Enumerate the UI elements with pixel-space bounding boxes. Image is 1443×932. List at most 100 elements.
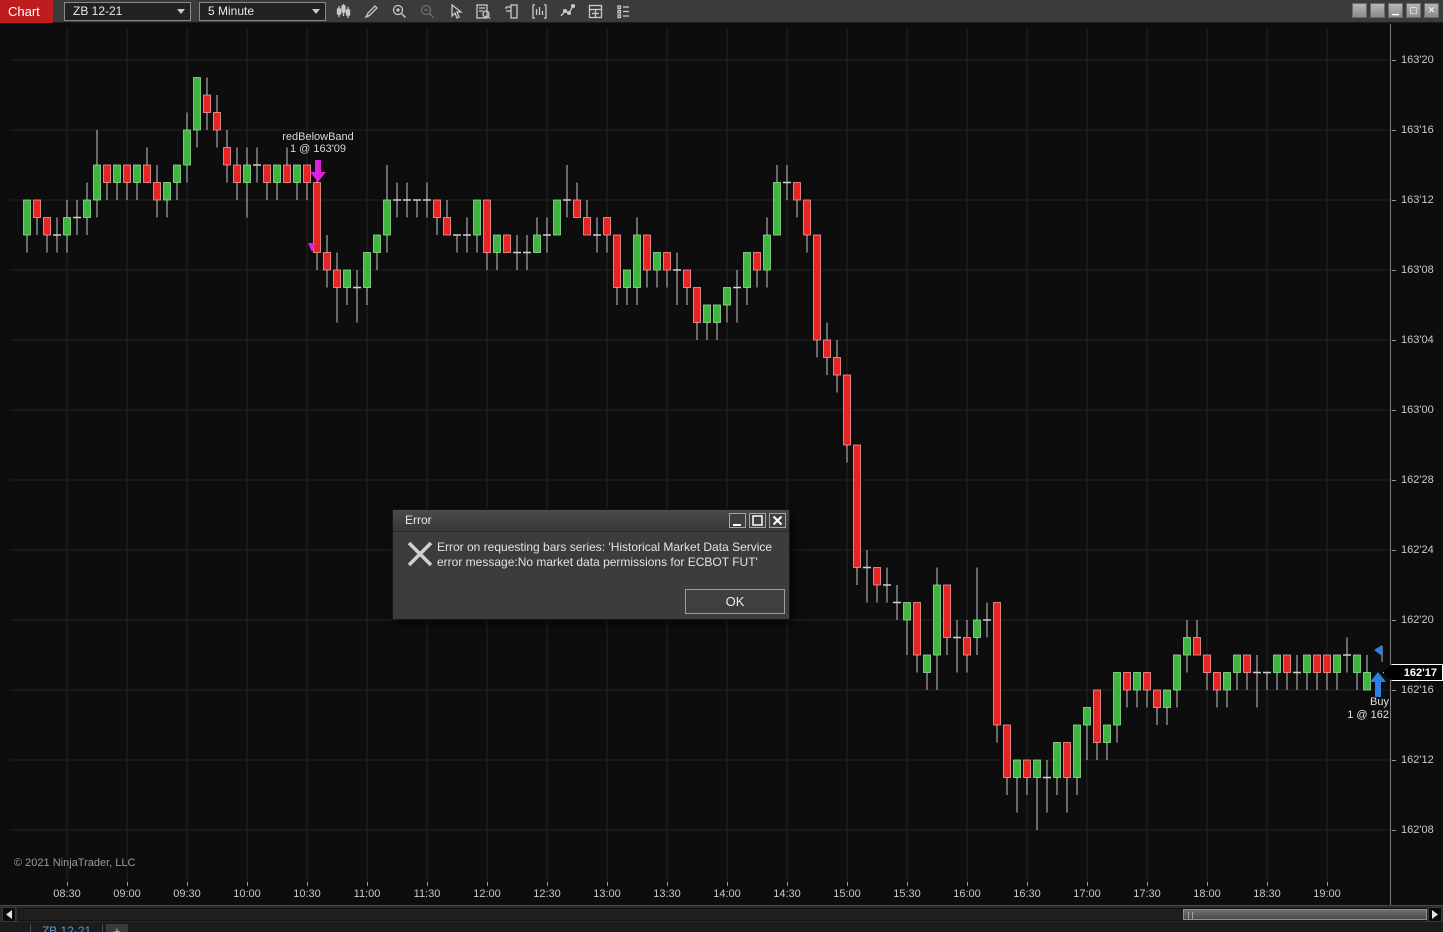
candle-down — [833, 357, 841, 376]
buy-arrow-up — [1375, 682, 1381, 697]
link-button-1[interactable] — [1352, 3, 1367, 18]
price-tick — [1392, 200, 1396, 201]
chart-trader-icon[interactable] — [501, 1, 522, 22]
candle-up — [1163, 689, 1171, 708]
time-axis-label: 15:30 — [893, 888, 921, 900]
time-tick — [127, 882, 128, 886]
error-dialog-titlebar[interactable]: Error — [393, 510, 789, 532]
time-axis-label: 16:00 — [953, 888, 981, 900]
time-axis-label: 10:30 — [293, 888, 321, 900]
time-tick — [907, 882, 908, 886]
price-axis-label: 162'16 — [1401, 684, 1434, 696]
price-axis[interactable]: 163'20 163'16 163'12 163'08 163'04 163'00 162'… — [1390, 24, 1443, 905]
add-tab-button[interactable]: + — [106, 924, 128, 932]
candle-down — [663, 252, 671, 271]
error-dialog-title: Error — [405, 513, 432, 527]
restore-button[interactable]: ▢ — [1406, 3, 1421, 18]
candle-up — [243, 164, 251, 183]
candle-down — [823, 339, 831, 358]
scrollbar-thumb[interactable] — [1183, 909, 1427, 920]
candle-up — [763, 234, 771, 271]
time-axis[interactable]: 08:30 09:00 09:30 10:00 10:30 11:00 11:30 12:00… — [0, 882, 1390, 905]
candle-up — [1103, 724, 1111, 743]
candle-down — [313, 182, 321, 253]
candle-down — [1063, 742, 1071, 778]
dialog-minimize-button[interactable] — [729, 513, 746, 528]
time-axis-label: 17:00 — [1073, 888, 1101, 900]
time-axis-label: 09:30 — [173, 888, 201, 900]
candle-up — [633, 234, 641, 288]
time-tick — [247, 882, 248, 886]
candle-up — [1273, 654, 1281, 673]
candle-up — [1353, 654, 1361, 673]
candle-up — [553, 199, 561, 236]
candlestick-chart[interactable] — [0, 24, 1390, 882]
candle-down — [1023, 759, 1031, 778]
close-button[interactable]: ✕ — [1424, 3, 1439, 18]
position-flag-icon — [1374, 645, 1382, 656]
tab-zb-12-21[interactable]: ZB 12-21 — [30, 924, 103, 932]
drawing-tools-icon[interactable] — [361, 1, 382, 22]
candle-down — [443, 217, 451, 236]
market-analyzer-icon[interactable] — [585, 1, 606, 22]
price-axis-label: 162'08 — [1401, 824, 1434, 836]
candle-down — [793, 182, 801, 201]
time-tick — [547, 882, 548, 886]
candle-down — [303, 164, 311, 183]
error-x-icon — [407, 541, 433, 567]
candle-up — [273, 164, 281, 183]
price-axis-label: 163'16 — [1401, 124, 1434, 136]
price-tick — [1392, 60, 1396, 61]
time-axis-label: 11:30 — [413, 888, 441, 900]
link-button-2[interactable] — [1370, 3, 1385, 18]
candle-down — [223, 147, 231, 166]
candle-down — [123, 164, 131, 183]
instrument-dropdown[interactable]: ZB 12-21 — [64, 2, 191, 21]
candle-up — [1333, 654, 1341, 673]
candle-up — [373, 234, 381, 253]
scroll-left-button[interactable] — [2, 907, 16, 922]
interval-dropdown[interactable]: 5 Minute — [199, 2, 326, 21]
dialog-maximize-button[interactable] — [749, 513, 766, 528]
scrollbar-track[interactable] — [18, 908, 1427, 921]
time-axis-label: 19:00 — [1313, 888, 1341, 900]
time-axis-label: 09:00 — [113, 888, 141, 900]
sell-annotation-name: redBelowBand — [282, 131, 354, 143]
cursor-icon[interactable] — [445, 1, 466, 22]
properties-icon[interactable] — [613, 1, 634, 22]
candle-down — [603, 217, 611, 236]
copyright-text: © 2021 NinjaTrader, LLC — [14, 857, 136, 869]
candle-up — [1113, 672, 1121, 726]
candle-up — [183, 129, 191, 166]
time-tick — [967, 882, 968, 886]
buy-annotation-qty: 1 @ 162 — [1347, 709, 1389, 721]
candle-down — [1323, 654, 1331, 673]
indicators-icon[interactable] — [529, 1, 550, 22]
scroll-right-button[interactable] — [1428, 907, 1442, 922]
chart-style-icon[interactable] — [333, 1, 354, 22]
candle-down — [583, 217, 591, 236]
ok-button[interactable]: OK — [685, 589, 785, 614]
time-axis-label: 12:00 — [473, 888, 501, 900]
window-buttons: ▁ ▢ ✕ — [1352, 3, 1439, 18]
candle-down — [263, 164, 271, 183]
zoom-in-icon[interactable] — [389, 1, 410, 22]
candle-up — [903, 602, 911, 621]
minimize-button[interactable]: ▁ — [1388, 3, 1403, 18]
candle-up — [1073, 724, 1081, 778]
chart-window: Chart ZB 12-21 5 Minute ▁ ▢ ✕ redBelowBa… — [0, 0, 1443, 932]
horizontal-scrollbar — [0, 905, 1443, 922]
time-tick — [487, 882, 488, 886]
candle-up — [473, 199, 481, 236]
candle-down — [333, 269, 341, 288]
time-tick — [727, 882, 728, 886]
price-axis-label: 163'20 — [1401, 54, 1434, 66]
price-tick — [1392, 550, 1396, 551]
data-box-icon[interactable] — [473, 1, 494, 22]
dialog-close-button[interactable] — [769, 513, 786, 528]
price-axis-label: 162'20 — [1401, 614, 1434, 626]
candle-down — [1153, 689, 1161, 708]
candle-down — [1193, 637, 1201, 656]
candle-up — [1363, 672, 1371, 691]
strategies-icon[interactable] — [557, 1, 578, 22]
